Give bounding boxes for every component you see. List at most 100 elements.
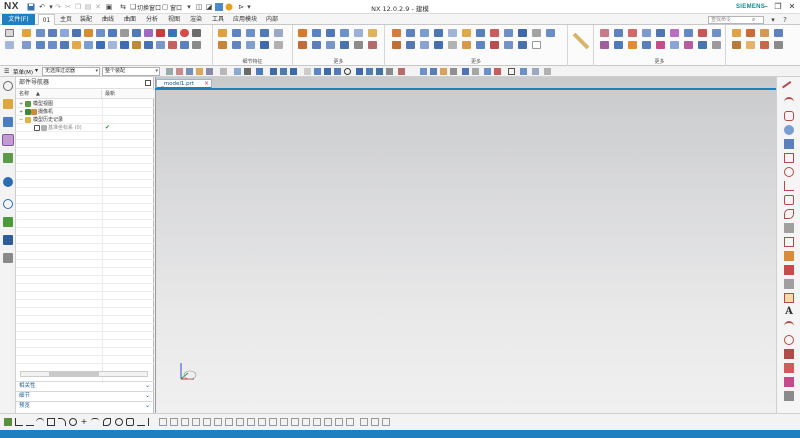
boss-icon[interactable] [72,29,81,37]
section-curve-icon[interactable] [784,363,794,373]
process-studio-icon[interactable] [3,217,13,227]
close-button[interactable]: ✕ [786,1,798,13]
group-face-icon[interactable] [518,41,527,49]
tab-surface[interactable]: 曲面 [122,14,138,25]
rectangle-tool-icon[interactable] [47,418,55,426]
tree-row-model-views[interactable]: + 模型视图 [16,100,154,108]
offset-region-icon[interactable] [420,29,429,37]
hd3d-tools-icon[interactable] [3,177,13,187]
datum-axis-icon[interactable] [22,41,31,49]
ellipse-icon[interactable] [784,167,794,177]
work-layer-icon[interactable] [532,68,539,75]
trim-body-icon[interactable] [192,29,201,37]
snap-on-face-icon[interactable] [376,68,383,75]
isoparametric-icon[interactable] [784,349,794,359]
scale-icon[interactable] [156,41,165,49]
tree-row-datum-csys[interactable]: 基准坐标系 (0) ✔ [16,124,154,132]
groove-icon[interactable] [60,41,69,49]
ribbon-options-icon[interactable]: ▾ [768,15,778,25]
fillet-icon[interactable] [58,418,66,426]
swept-icon[interactable] [326,29,335,37]
layer-icon[interactable]: ◫ [194,2,204,12]
instance-geometry-icon[interactable] [684,29,693,37]
ruled-icon[interactable] [340,29,349,37]
patch-icon[interactable] [340,41,349,49]
spline-curve-icon[interactable] [784,195,794,205]
trim-icon[interactable] [137,418,145,426]
fixed-icon[interactable] [371,418,379,426]
command-search-input[interactable]: 查找命令 [708,16,764,24]
sync-move-face-icon[interactable] [392,29,401,37]
face-rule-icon[interactable] [234,68,241,75]
soft-blend-icon[interactable] [260,41,269,49]
composite-curve-icon[interactable] [600,41,609,49]
constraint-navigator-icon[interactable] [3,117,13,127]
customize-dropdown-icon[interactable]: ▾ [244,2,254,12]
circle-tool-icon[interactable] [69,418,77,426]
settings-gear-icon[interactable] [3,81,13,91]
orient-view-icon[interactable] [462,68,469,75]
line-icon[interactable] [782,81,796,95]
paste-face-icon[interactable] [504,29,513,37]
mirror-geometry-icon[interactable] [670,29,679,37]
intersect-icon[interactable] [180,29,189,37]
sync-more-icon[interactable] [546,29,555,37]
panel-details[interactable]: 细节 ⌄ [16,391,154,400]
tab-application[interactable]: 应用模块 [232,14,258,25]
blank-icon[interactable] [532,41,541,49]
pattern-component-icon[interactable] [746,41,755,49]
xform-icon[interactable] [600,29,609,37]
snap-quadrant-icon[interactable] [344,68,351,75]
polygon-tool-icon[interactable] [126,418,134,426]
split-icon[interactable] [168,41,177,49]
snap-pole-icon[interactable] [398,68,405,75]
linear-dimension-icon[interactable] [476,41,485,49]
paste-icon[interactable]: ▤ [83,2,93,12]
window-icon[interactable]: ▢ [160,2,170,12]
cut-icon[interactable]: ✂ [63,2,73,12]
deselect-icon[interactable] [176,68,183,75]
touch-mode-icon[interactable]: ⇆ [118,2,128,12]
menu-icon[interactable]: ☰ [4,68,11,75]
mirror-tool-icon[interactable] [181,418,189,426]
tab-tools[interactable]: 工具 [210,14,226,25]
delete-icon[interactable]: ✕ [93,2,103,12]
make-tangent-icon[interactable] [420,41,429,49]
roles-icon[interactable] [3,253,13,263]
angular-dimension-icon[interactable] [490,41,499,49]
point-tool-icon[interactable]: + [80,418,88,426]
derived-line-icon[interactable] [346,418,354,426]
panel-preview[interactable]: 预览 ⌄ [16,401,154,410]
zoom-icon[interactable] [430,68,437,75]
checkbox-icon[interactable] [34,125,40,131]
resize-blend-icon[interactable] [462,29,471,37]
surface-more-icon[interactable] [368,41,377,49]
create-constraints-icon[interactable] [280,418,288,426]
horizontal-scrollbar[interactable] [20,371,148,377]
unite-icon[interactable] [156,29,165,37]
column-name-header[interactable]: 名称 ▲ [16,90,102,99]
project-curve-icon[interactable] [628,41,637,49]
ellipse-tool-icon[interactable] [115,418,123,426]
convert-reference-icon[interactable] [247,418,255,426]
clipping-icon[interactable] [484,68,491,75]
assembly-more-icon[interactable] [774,41,783,49]
snap-tangent-icon[interactable] [334,68,341,75]
save-icon[interactable] [26,2,36,12]
make-symmetric-tool-icon[interactable] [360,418,368,426]
chamfer-tool-icon[interactable] [170,418,178,426]
make-coplanar-icon[interactable] [392,41,401,49]
tab-curve[interactable]: 曲线 [100,14,116,25]
make-perpendicular-icon[interactable] [462,41,471,49]
help-icon[interactable]: ? [780,15,790,25]
graphics-window[interactable] [155,77,776,413]
copy-icon[interactable]: ❐ [73,2,83,12]
exploded-view-icon[interactable] [760,41,769,49]
tab-home[interactable]: 主页 [58,14,74,25]
offset-curve-icon[interactable] [614,41,623,49]
select-bodies-icon[interactable] [206,68,213,75]
show-constraints-icon[interactable] [236,418,244,426]
rotate-icon[interactable] [440,68,447,75]
relax-icon[interactable] [291,418,299,426]
tab-render[interactable]: 渲染 [188,14,204,25]
